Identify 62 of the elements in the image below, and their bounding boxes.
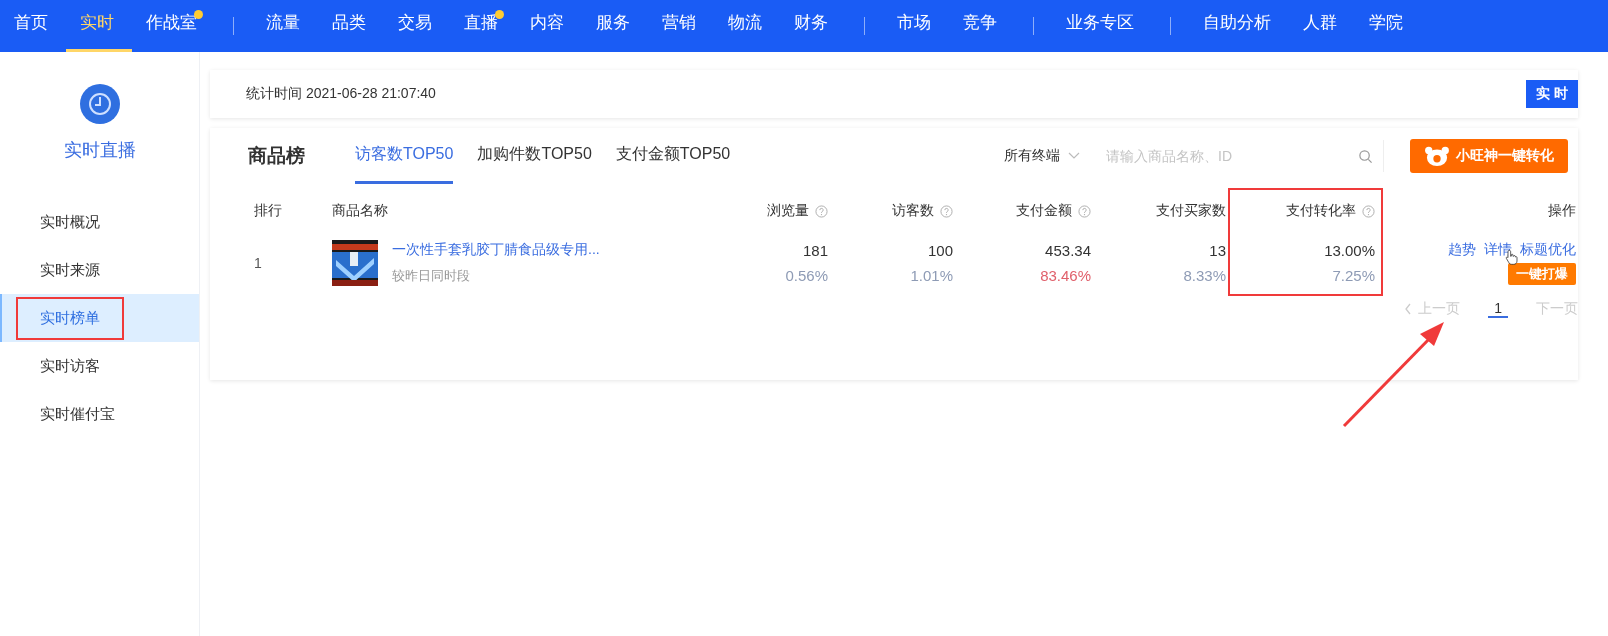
sidebar-item[interactable]: 实时榜单	[0, 294, 199, 342]
nav-tab[interactable]: 财务	[780, 0, 846, 52]
convert-button[interactable]: 小旺神一键转化	[1410, 139, 1568, 173]
nav-tab[interactable]: 学院	[1355, 0, 1421, 52]
sidebar-item[interactable]: 实时催付宝	[0, 390, 199, 438]
metric-change: 83.46%	[1040, 267, 1091, 284]
column-header: 排行	[254, 202, 282, 220]
terminal-select[interactable]: 所有终端	[1004, 147, 1080, 165]
column-header: 访客数	[892, 202, 934, 220]
search-field[interactable]: 请输入商品名称、ID	[1104, 147, 1358, 165]
metric-value: 13.00%	[1324, 242, 1375, 259]
nav-tab[interactable]: 内容	[516, 0, 582, 52]
nav-tab[interactable]: 营销	[648, 0, 714, 52]
action-link[interactable]: 趋势	[1448, 241, 1476, 259]
column-header: 支付金额	[1016, 202, 1072, 220]
realtime-button[interactable]: 实 时	[1526, 80, 1578, 108]
rank-cell: 1	[254, 255, 262, 271]
sidebar-item[interactable]: 实时来源	[0, 246, 199, 294]
sidebar-item[interactable]: 实时概况	[0, 198, 199, 246]
nav-tab[interactable]: 流量	[252, 0, 318, 52]
nav-tab[interactable]: 品类	[318, 0, 384, 52]
nav-tab[interactable]: 竞争	[949, 0, 1015, 52]
nav-tab[interactable]: 实时	[66, 0, 132, 52]
metric-value: 100	[927, 242, 953, 259]
clock-icon	[79, 84, 120, 124]
metric-value: 13	[1209, 242, 1226, 259]
metric-change: 8.33%	[1183, 267, 1226, 284]
nav-tab[interactable]: 物流	[714, 0, 780, 52]
chevron-left-icon	[1404, 303, 1413, 315]
ranking-tab[interactable]: 加购件数TOP50	[477, 128, 592, 184]
ranking-tab[interactable]: 支付金额TOP50	[615, 128, 731, 184]
metric-change: 1.01%	[910, 267, 953, 284]
column-header: 支付转化率	[1286, 202, 1356, 220]
search-icon	[1358, 148, 1373, 164]
column-header: 商品名称	[332, 202, 388, 220]
action-link[interactable]: 标题优化	[1520, 241, 1576, 259]
metric-change: 7.25%	[1332, 267, 1375, 284]
column-header: 浏览量	[767, 202, 809, 220]
nav-tab[interactable]: 交易	[384, 0, 450, 52]
nav-tab[interactable]: 首页	[0, 0, 66, 52]
nav-tab[interactable]: 人群	[1289, 0, 1355, 52]
column-header: 支付买家数	[1156, 202, 1226, 220]
page-number[interactable]: 1	[1488, 300, 1508, 318]
column-header: 操作	[1548, 202, 1576, 220]
metric-change: 0.56%	[785, 267, 828, 284]
nav-tab[interactable]: 市场	[883, 0, 949, 52]
sidebar-item[interactable]: 实时访客	[0, 342, 199, 390]
metric-value: 453.34	[1045, 242, 1091, 259]
nav-tab[interactable]: 业务专区	[1052, 0, 1152, 52]
product-subtitle: 较昨日同时段	[392, 267, 471, 285]
nav-tab[interactable]: 自助分析	[1189, 0, 1289, 52]
nav-tab[interactable]: 直播	[450, 0, 516, 52]
nav-tab[interactable]: 服务	[582, 0, 648, 52]
mascot-icon	[1424, 145, 1450, 167]
nav-tab[interactable]: 作战室	[132, 0, 215, 52]
sidebar-title: 实时直播	[63, 139, 136, 162]
ranking-title: 商品榜	[248, 144, 305, 168]
product-link[interactable]: 一次性手套乳胶丁腈食品级专用...	[392, 241, 600, 259]
ranking-tab[interactable]: 访客数TOP50	[355, 128, 454, 184]
chevron-down-icon	[1068, 152, 1080, 160]
metric-value: 181	[802, 242, 828, 259]
stat-time: 统计时间 2021-06-28 21:07:40	[246, 85, 436, 103]
